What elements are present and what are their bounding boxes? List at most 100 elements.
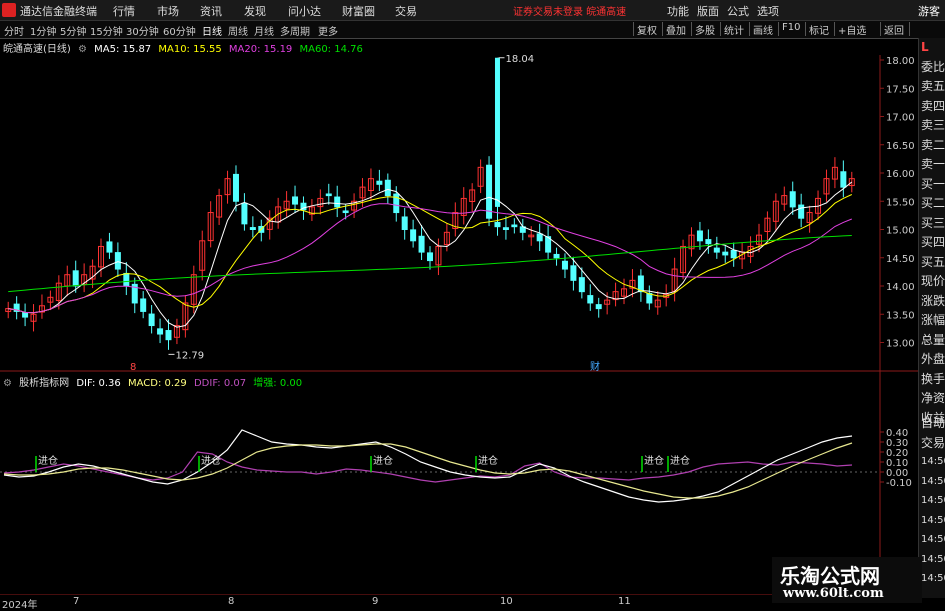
side-tab[interactable]: 卖三 [921,118,945,132]
candle-body [536,233,543,242]
kline-chart[interactable]: 18.0412.798 财 进仓 进仓 进仓 进仓 进仓 进仓 18.0017.5017.0… [0,55,918,595]
period-tab[interactable]: 更多 [318,23,338,38]
side-tab[interactable]: 自动 [921,416,945,430]
side-tab[interactable]: 卖一 [921,157,945,171]
date-axis: 2024年 7 8 9 10 11 [0,595,880,611]
settings-icon[interactable]: ⚙ [78,44,87,55]
side-tab[interactable]: 涨跌 [921,294,945,308]
indicator-name[interactable]: 股析指标网 [19,378,69,389]
side-tab[interactable]: 卖二 [921,138,945,152]
period-tab[interactable]: 月线 [254,23,274,38]
price-tick-label: 14.50 [886,254,915,265]
stock-name[interactable]: 皖通高速(日线) [3,44,71,55]
candle-body [123,272,130,287]
watermark-url: www.60lt.com [783,586,884,601]
toolbar-button[interactable]: 多股 [691,22,715,37]
settings-icon[interactable]: ⚙ [3,378,12,389]
candle-body [595,304,602,310]
period-tab[interactable]: 日线 [202,23,222,38]
side-tab[interactable]: 外盘 [921,352,945,366]
candle-body [730,249,737,259]
buy-signal-label: 进仓 [38,454,58,467]
side-tab[interactable]: 涨幅 [921,313,945,327]
toolbar-button[interactable]: 返回 [880,22,904,37]
candle-body [376,180,383,185]
price-tick-label: 17.50 [886,84,915,95]
candle-body [334,196,341,208]
macd-line [3,442,853,499]
menu-item[interactable]: 问小达 [288,3,321,19]
side-tab[interactable]: 委比 [921,60,945,74]
toolbar-button[interactable]: 画线 [749,22,773,37]
period-tab[interactable]: 1分钟 [30,23,56,38]
period-tab[interactable]: 多周期 [280,23,310,38]
price-tick-label: 16.50 [886,141,915,152]
side-tab[interactable]: 14:50 [921,494,945,508]
menu-item[interactable]: 版面 [697,3,719,19]
side-tab[interactable]: 总量 [921,333,945,347]
date-tick: 10 [500,596,513,607]
menu-item[interactable]: 公式 [727,3,749,19]
ma5-label: MA5: 15.87 [94,44,152,55]
candle-body [486,164,493,219]
side-tab[interactable]: 买二 [921,196,945,210]
toolbar-button[interactable]: +自选 [834,22,866,37]
date-tick: 9 [372,596,379,607]
side-tab[interactable]: 14:50 [921,455,945,469]
price-tick-label: 13.00 [886,339,915,350]
side-tab[interactable]: 14:50 [921,553,945,567]
menu-item[interactable]: 选项 [757,3,779,19]
menu-item[interactable]: 发现 [244,3,266,19]
candle-body [114,252,121,270]
side-tab[interactable]: 14:50 [921,514,945,528]
toolbar-button[interactable]: F10 [778,22,800,36]
high-price-label: 18.04 [505,55,534,65]
side-tab[interactable]: 买一 [921,177,945,191]
side-tab[interactable]: 交易 [921,436,945,450]
menu-item[interactable]: 财富圈 [342,3,375,19]
side-tab[interactable]: L [921,40,929,54]
side-tab[interactable]: 卖四 [921,99,945,113]
price-tick-label: 16.00 [886,169,915,180]
menu-item[interactable]: 市场 [157,3,179,19]
toolbar-button[interactable] [909,22,913,36]
side-tab[interactable]: 净资 [921,391,945,405]
side-quote-panel: L 委比 卖五 卖四 卖三 卖二 卖一 买一 买二 买三 买四 买五 现价 涨跌 涨幅 总量 外盘 换手 净资 收益自… [918,38,945,598]
toolbar-button[interactable]: 统计 [720,22,744,37]
buy-signal-label: 进仓 [644,454,664,467]
toolbar-button[interactable]: 复权 [633,22,657,37]
side-tab[interactable]: 买三 [921,216,945,230]
menu-item[interactable]: 资讯 [200,3,222,19]
candle-body [502,227,509,230]
login-notice[interactable]: 证券交易未登录 皖通高速 [513,3,626,18]
period-tab[interactable]: 60分钟 [163,23,196,38]
candle-body [494,57,500,207]
period-tab[interactable]: 分时 [4,23,24,38]
menu-item[interactable]: 行情 [113,3,135,19]
side-tab[interactable]: 14:50 [921,475,945,489]
side-tab[interactable]: 14:50 [921,572,945,586]
toolbar-button[interactable]: 标记 [805,22,829,37]
dif-line [3,429,853,503]
period-tab[interactable]: 15分钟 [90,23,123,38]
menu-item[interactable]: 功能 [667,3,689,19]
side-tab[interactable]: 卖五 [921,79,945,93]
toolbar-button[interactable]: 叠加 [662,22,686,37]
side-tab[interactable]: 现价 [921,274,945,288]
candle-body [840,171,847,188]
period-tab[interactable]: 周线 [228,23,248,38]
candle-body [106,241,113,253]
main-legend: 皖通高速(日线) ⚙ MA5: 15.87 MA10: 15.55 MA20: … [0,40,367,55]
buy-signal-label: 进仓 [373,454,393,467]
indicator-tick-label: -0.10 [886,478,912,489]
menu-item[interactable]: 交易 [395,3,417,19]
side-tab[interactable]: 买四 [921,235,945,249]
guest-label[interactable]: 游客 [918,3,940,19]
candle-body [722,251,729,256]
side-tab[interactable]: 14:50 [921,533,945,547]
side-tab[interactable]: 换手 [921,372,945,386]
candle-body [511,224,518,228]
period-tab[interactable]: 30分钟 [126,23,159,38]
period-tab[interactable]: 5分钟 [60,23,86,38]
side-tab[interactable]: 买五 [921,255,945,269]
